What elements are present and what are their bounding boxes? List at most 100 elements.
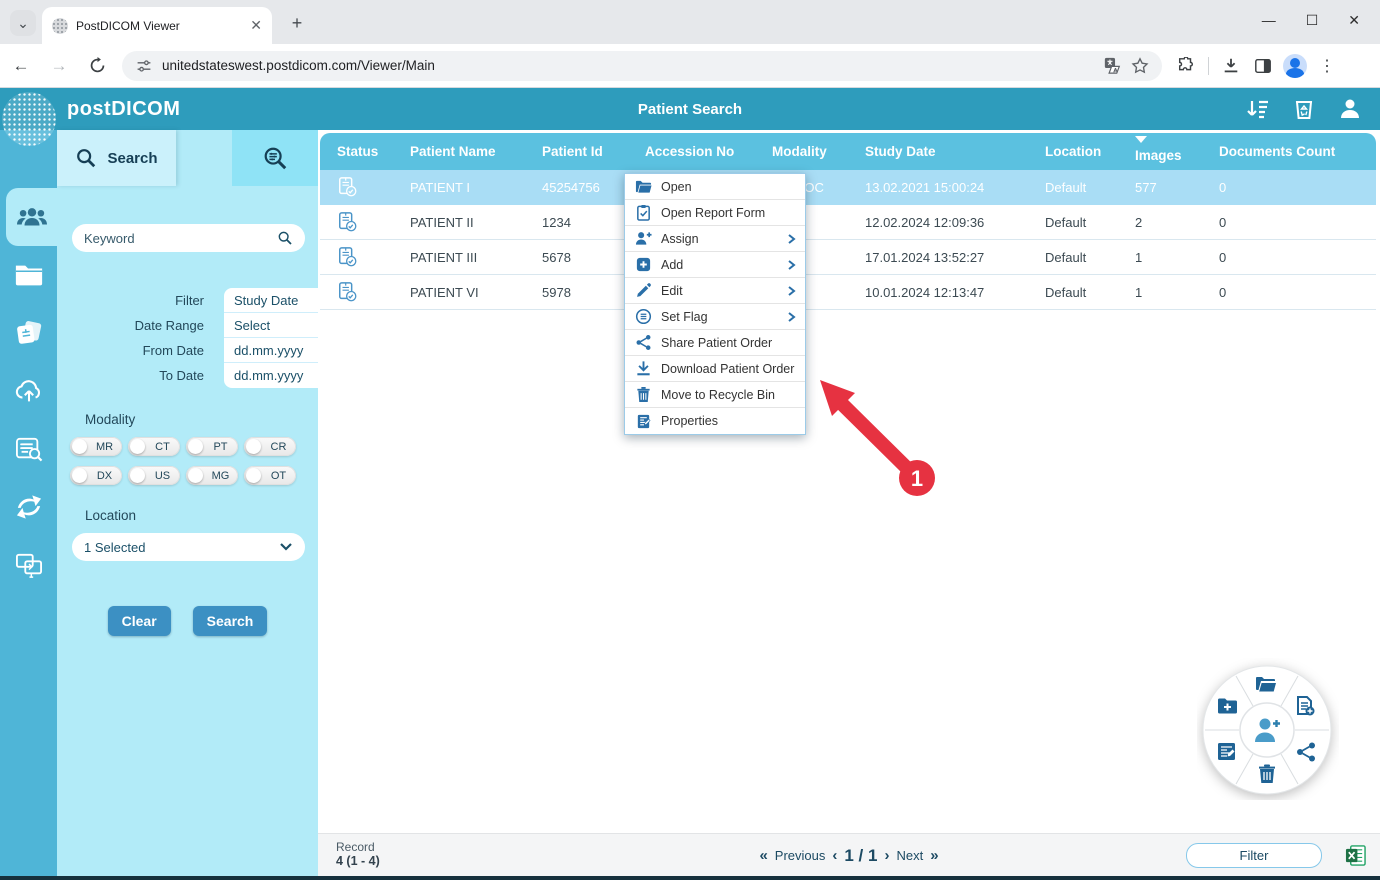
- recycle-bin-header-icon[interactable]: [1292, 97, 1316, 121]
- location-select[interactable]: 1 Selected: [72, 533, 305, 561]
- modality-toggle-pt[interactable]: PT: [186, 437, 238, 456]
- menu-item-move-to-recycle-bin[interactable]: Move to Recycle Bin: [625, 382, 805, 408]
- toolbar-divider: [1208, 57, 1209, 75]
- table-row[interactable]: PATIENT III 5678 17.01.2024 13:52:27 Def…: [320, 240, 1376, 275]
- extensions-icon[interactable]: [1172, 52, 1200, 80]
- browser-tab-strip: ⌄ PostDICOM Viewer ✕ + — ☐ ✕: [0, 0, 1380, 44]
- patient-table: Status Patient Name Patient Id Accession…: [320, 133, 1376, 310]
- recycle-bin-icon: [635, 386, 652, 403]
- modality-toggle-ot[interactable]: OT: [244, 466, 296, 485]
- col-patient-name[interactable]: Patient Name: [393, 133, 525, 170]
- patients-icon: [17, 204, 47, 230]
- menu-item-open-report-form[interactable]: Open Report Form: [625, 200, 805, 226]
- reload-button[interactable]: [80, 49, 114, 83]
- keyword-field-wrap: [72, 224, 305, 252]
- sidebar-item-transfer[interactable]: [0, 478, 57, 536]
- url-bar[interactable]: unitedstateswest.postdicom.com/Viewer/Ma…: [122, 51, 1162, 81]
- keyword-input[interactable]: [84, 231, 277, 246]
- folder-open-icon: [635, 178, 652, 195]
- last-page-button[interactable]: »: [930, 847, 938, 864]
- menu-item-assign[interactable]: Assign: [625, 226, 805, 252]
- prev-page-button[interactable]: ‹: [832, 847, 837, 864]
- menu-item-set-flag[interactable]: Set Flag: [625, 304, 805, 330]
- sort-order-icon[interactable]: [1246, 97, 1270, 121]
- filter-label: Filter: [57, 293, 214, 308]
- bottom-edge: [0, 876, 1380, 880]
- back-button[interactable]: ←: [4, 49, 38, 83]
- col-documents-count[interactable]: Documents Count: [1202, 133, 1376, 170]
- minimize-button[interactable]: —: [1262, 12, 1276, 28]
- col-patient-id[interactable]: Patient Id: [525, 133, 628, 170]
- sidebar-item-patients[interactable]: [6, 188, 57, 246]
- radial-properties[interactable]: [1218, 743, 1235, 760]
- tab-title: PostDICOM Viewer: [76, 19, 242, 33]
- col-location[interactable]: Location: [1028, 133, 1118, 170]
- modality-label: Modality: [85, 412, 318, 427]
- modality-toggle-ct[interactable]: CT: [128, 437, 180, 456]
- close-button[interactable]: ✕: [1348, 12, 1360, 29]
- url-text[interactable]: unitedstateswest.postdicom.com/Viewer/Ma…: [162, 58, 1094, 73]
- tab-close-icon[interactable]: ✕: [250, 17, 262, 34]
- table-header-row: Status Patient Name Patient Id Accession…: [320, 133, 1376, 170]
- add-plus-icon: [635, 256, 652, 273]
- modality-toggle-dx[interactable]: DX: [70, 466, 122, 485]
- context-menu: Open Open Report Form Assign Add Edit Se…: [624, 173, 806, 435]
- col-status[interactable]: Status: [320, 133, 393, 170]
- sidebar-item-remote-view[interactable]: [0, 536, 57, 594]
- menu-item-edit[interactable]: Edit: [625, 278, 805, 304]
- sidebar-item-orders[interactable]: [0, 304, 57, 362]
- clear-button[interactable]: Clear: [108, 606, 171, 636]
- page-title: Patient Search: [0, 101, 1380, 118]
- toolbar-right-buttons: ⋮: [1172, 52, 1341, 80]
- next-page-button[interactable]: ›: [884, 847, 889, 864]
- excel-export-icon[interactable]: [1345, 845, 1366, 866]
- modality-toggle-mr[interactable]: MR: [70, 437, 122, 456]
- filter-button[interactable]: Filter: [1186, 843, 1322, 868]
- col-modality[interactable]: Modality: [755, 133, 848, 170]
- modality-toggle-mg[interactable]: MG: [186, 466, 238, 485]
- sidebar-item-upload[interactable]: [0, 362, 57, 420]
- downloads-icon[interactable]: [1217, 52, 1245, 80]
- table-row[interactable]: PATIENT II 1234 12.02.2024 12:09:36 Defa…: [320, 205, 1376, 240]
- menu-item-download-patient-order[interactable]: Download Patient Order: [625, 356, 805, 382]
- advanced-search-icon: [262, 145, 288, 171]
- menu-item-add[interactable]: Add: [625, 252, 805, 278]
- next-button[interactable]: Next: [896, 848, 923, 863]
- table-row[interactable]: PATIENT VI 5978 10.01.2024 12:13:47 Defa…: [320, 275, 1376, 310]
- col-images[interactable]: Images: [1118, 133, 1202, 170]
- previous-button[interactable]: Previous: [775, 848, 826, 863]
- site-settings-icon[interactable]: [134, 56, 154, 76]
- menu-item-share-patient-order[interactable]: Share Patient Order: [625, 330, 805, 356]
- maximize-button[interactable]: ☐: [1306, 12, 1319, 29]
- sidebar-item-worklist[interactable]: [0, 420, 57, 478]
- table-row[interactable]: PATIENT I 45254756 DOC 13.02.2021 15:00:…: [320, 170, 1376, 205]
- status-report-icon: [337, 175, 359, 199]
- menu-item-properties[interactable]: Properties: [625, 408, 805, 434]
- radial-add-folder[interactable]: [1218, 699, 1237, 714]
- forward-button[interactable]: →: [42, 49, 76, 83]
- profile-avatar[interactable]: [1281, 52, 1309, 80]
- side-panel-icon[interactable]: [1249, 52, 1277, 80]
- col-study-date[interactable]: Study Date: [848, 133, 1028, 170]
- col-accession-no[interactable]: Accession No: [628, 133, 755, 170]
- modality-toggle-us[interactable]: US: [128, 466, 180, 485]
- tab-advanced-search[interactable]: [232, 130, 318, 186]
- status-report-icon: [337, 210, 359, 234]
- browser-menu-icon[interactable]: ⋮: [1313, 52, 1341, 80]
- tab-search-button[interactable]: ⌄: [10, 10, 36, 36]
- sidebar-item-folders[interactable]: [0, 246, 57, 304]
- search-panel: Search Filter Date Range From Date To Da…: [57, 130, 318, 876]
- tab-search[interactable]: Search: [57, 130, 176, 186]
- menu-item-open[interactable]: Open: [625, 174, 805, 200]
- browser-tab[interactable]: PostDICOM Viewer ✕: [42, 7, 272, 44]
- user-account-icon[interactable]: [1338, 97, 1362, 121]
- location-label: Location: [85, 508, 318, 523]
- new-tab-button[interactable]: +: [284, 10, 310, 36]
- search-button[interactable]: Search: [193, 606, 268, 636]
- set-flag-icon: [635, 308, 652, 325]
- first-page-button[interactable]: «: [759, 847, 767, 864]
- modality-toggle-cr[interactable]: CR: [244, 437, 296, 456]
- bookmark-star-icon[interactable]: [1130, 56, 1150, 76]
- radial-delete[interactable]: [1259, 765, 1275, 784]
- translate-icon[interactable]: [1102, 56, 1122, 76]
